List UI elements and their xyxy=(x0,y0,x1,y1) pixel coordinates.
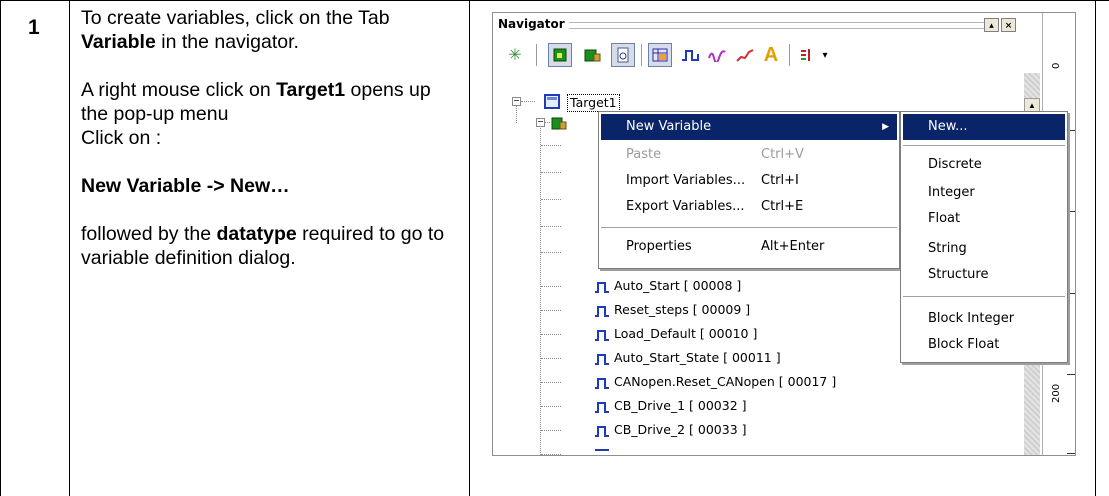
pulse-icon[interactable] xyxy=(678,43,702,67)
submenu-arrow-icon: ▶ xyxy=(882,122,889,132)
tree-item[interactable]: Load_Default [ 00010 ] xyxy=(594,324,757,344)
navigator-toolbar: ✳ A ▾ xyxy=(493,38,1023,71)
table-icon[interactable] xyxy=(648,43,672,67)
partial-variable-icon xyxy=(595,449,609,451)
submenu-item-block-integer[interactable]: Block Integer xyxy=(903,306,1065,332)
target-expander[interactable]: − xyxy=(512,97,521,107)
tree-item[interactable]: Reset_steps [ 00009 ] xyxy=(594,300,750,320)
green-block-icon[interactable] xyxy=(548,43,572,67)
table-border-col1 xyxy=(69,0,70,496)
ramp-icon[interactable] xyxy=(733,43,757,67)
submenu-item-block-float[interactable]: Block Float xyxy=(903,332,1065,358)
bar-icon[interactable] xyxy=(795,43,819,67)
navigator-titlebar: Navigator ▴ × xyxy=(496,16,1024,34)
submenu-item-new[interactable]: New... xyxy=(903,114,1065,140)
menu-item-new-variable[interactable]: New Variable ▶ xyxy=(601,114,897,140)
asterisk-icon[interactable]: ✳ xyxy=(503,43,527,67)
instruction-paragraph-1: To create variables, click on the Tab Va… xyxy=(81,7,390,53)
table-border-right xyxy=(1095,0,1096,496)
instruction-table: 1 To create variables, click on the Tab … xyxy=(0,0,1109,496)
table-border-top xyxy=(0,0,1109,1)
text-a-icon[interactable]: A xyxy=(759,43,783,67)
tree-item[interactable]: CB_Drive_2 [ 00033 ] xyxy=(594,420,747,440)
instruction-paragraph-2b: Click on : xyxy=(81,127,162,149)
navigator-title: Navigator xyxy=(498,17,569,31)
tree-item[interactable]: CB_Drive_1 [ 00032 ] xyxy=(594,396,747,416)
close-button[interactable]: × xyxy=(1001,18,1016,32)
instruction-paragraph-3: New Variable -> New… xyxy=(81,175,290,197)
step-number: 1 xyxy=(28,16,40,39)
target-icon xyxy=(544,94,560,109)
wave-icon[interactable] xyxy=(705,43,729,67)
ruler-label: 0 xyxy=(1051,62,1062,69)
tree-item[interactable]: Auto_Start_State [ 00011 ] xyxy=(594,348,781,368)
program-block-icon xyxy=(551,117,567,130)
instruction-text: To create variables, click on the Tab Va… xyxy=(81,6,461,270)
menu-item-export-variables[interactable]: Export Variables... Ctrl+E xyxy=(601,194,897,220)
submenu-item-discrete[interactable]: Discrete xyxy=(903,152,1065,178)
tree-item[interactable]: CANopen.Reset_CANopen [ 00017 ] xyxy=(594,372,836,392)
submenu-item-integer[interactable]: Integer xyxy=(903,180,1065,206)
submenu-item-structure[interactable]: Structure xyxy=(903,262,1065,288)
tree-root-target[interactable]: Target1 xyxy=(567,94,620,112)
ruler-label: 200 xyxy=(1051,383,1062,403)
dropdown-arrow-icon[interactable]: ▾ xyxy=(819,43,831,67)
instruction-paragraph-2: A right mouse click on Target1 opens up … xyxy=(81,79,431,125)
submenu-item-float[interactable]: Float xyxy=(903,206,1065,232)
tree-item[interactable]: Auto_Start [ 00008 ] xyxy=(594,276,741,296)
titlebar-grip xyxy=(566,22,984,29)
block-expander[interactable]: − xyxy=(536,118,545,128)
pin-button[interactable]: ▴ xyxy=(984,18,999,32)
green-block-folder-icon[interactable] xyxy=(581,43,605,67)
submenu-item-string[interactable]: String xyxy=(903,236,1065,262)
menu-item-import-variables[interactable]: Import Variables... Ctrl+I xyxy=(601,168,897,194)
new-variable-submenu: New... Discrete Integer Float String Str… xyxy=(900,111,1068,363)
page-view-icon[interactable] xyxy=(611,43,635,67)
table-border-left xyxy=(0,0,1,496)
table-border-col2 xyxy=(469,0,470,496)
menu-item-properties[interactable]: Properties Alt+Enter xyxy=(601,234,897,260)
menu-item-paste[interactable]: Paste Ctrl+V xyxy=(601,142,897,168)
navigator-screenshot: Navigator ▴ × ✳ A ▾ − Target1 − Auto_Sta… xyxy=(492,12,1076,456)
instruction-paragraph-4: followed by the datatype required to go … xyxy=(81,223,445,269)
context-menu: New Variable ▶ Paste Ctrl+V Import Variabl… xyxy=(598,111,900,269)
